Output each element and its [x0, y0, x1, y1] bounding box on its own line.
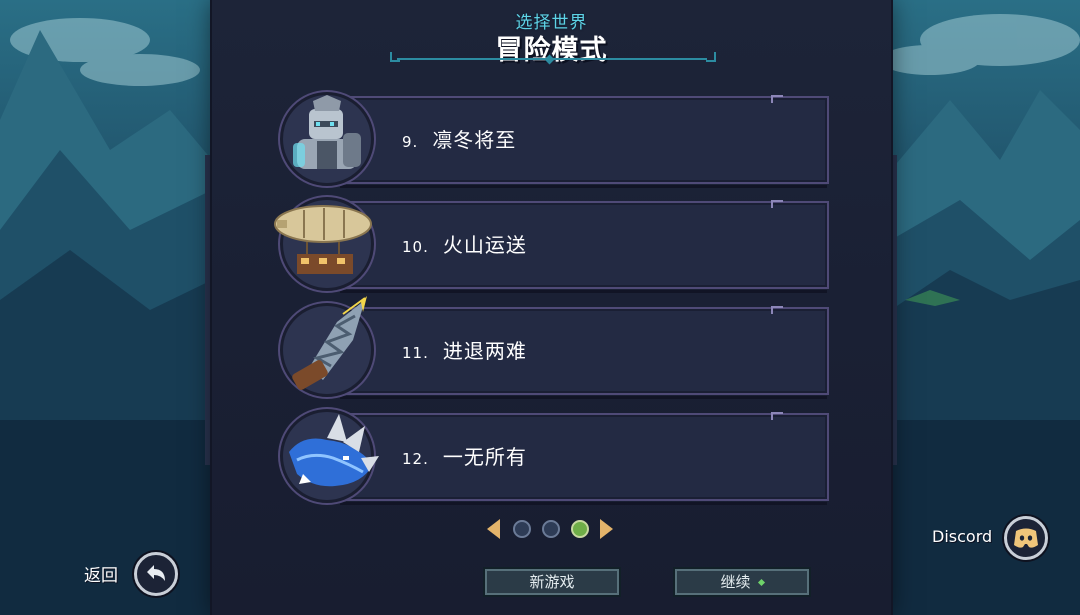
- level-label: 12. 一无所有: [402, 415, 527, 499]
- back-button[interactable]: 返回: [84, 552, 178, 596]
- level-name: 一无所有: [442, 445, 527, 469]
- panel-edge-left: [205, 155, 211, 465]
- blue-dragon-icon: [289, 414, 379, 487]
- level-number: 9.: [402, 133, 419, 151]
- card-shadow: [340, 502, 827, 505]
- level-name: 进退两难: [442, 339, 527, 363]
- continue-button[interactable]: 继续: [673, 567, 811, 597]
- level-card-12[interactable]: 12. 一无所有: [338, 412, 829, 505]
- discord-button[interactable]: Discord: [932, 516, 1048, 560]
- page-dot-1[interactable]: [513, 520, 531, 538]
- card-corner-ornament: [771, 412, 783, 420]
- header-divider-cap-left: [390, 52, 400, 62]
- level-label: 11. 进退两难: [402, 309, 527, 393]
- page-dot-3[interactable]: [571, 520, 589, 538]
- armored-knight-icon: [293, 95, 361, 169]
- card-corner-ornament: [771, 95, 783, 103]
- card-shadow: [340, 396, 827, 399]
- panel-header: 选择世界 冒险模式: [212, 0, 891, 70]
- back-label: 返回: [84, 566, 118, 586]
- discord-label: Discord: [932, 527, 993, 546]
- back-circle[interactable]: [134, 552, 178, 596]
- continue-label: 继续: [720, 573, 751, 591]
- level-label: 10. 火山运送: [402, 203, 527, 287]
- level-label: 9. 凛冬将至: [402, 98, 516, 182]
- level-card-10[interactable]: 10. 火山运送: [338, 200, 829, 293]
- panel-edge-right: [891, 155, 897, 465]
- discord-circle[interactable]: [1004, 516, 1048, 560]
- continue-diamond-icon: [757, 578, 765, 587]
- previous-page-arrow-icon[interactable]: [487, 519, 500, 539]
- level-number: 11.: [402, 344, 429, 362]
- drill-icon: [292, 296, 367, 390]
- page-dot-2[interactable]: [542, 520, 560, 538]
- card-shadow: [340, 185, 827, 188]
- level-name: 凛冬将至: [432, 128, 517, 152]
- card-corner-ornament: [771, 306, 783, 314]
- level-medal-11[interactable]: [280, 296, 374, 397]
- level-medal-10[interactable]: [274, 197, 374, 291]
- level-name: 火山运送: [442, 233, 527, 257]
- level-medal-9[interactable]: [280, 92, 374, 186]
- level-number: 12.: [402, 450, 429, 468]
- new-game-button[interactable]: 新游戏: [483, 567, 621, 597]
- header-divider-cap-right: [706, 52, 716, 62]
- next-page-arrow-icon[interactable]: [600, 519, 613, 539]
- level-medal-12[interactable]: [280, 409, 379, 503]
- discord-icon: [1014, 528, 1038, 548]
- page-indicator: [487, 517, 617, 541]
- new-game-label: 新游戏: [529, 573, 575, 591]
- card-shadow: [340, 290, 827, 293]
- level-card-9[interactable]: 9. 凛冬将至: [338, 95, 829, 188]
- level-card-11[interactable]: 11. 进退两难: [338, 306, 829, 399]
- card-corner-ornament: [771, 200, 783, 208]
- level-number: 10.: [402, 238, 429, 256]
- airship-icon: [274, 205, 372, 274]
- back-arrow-icon: [147, 565, 165, 581]
